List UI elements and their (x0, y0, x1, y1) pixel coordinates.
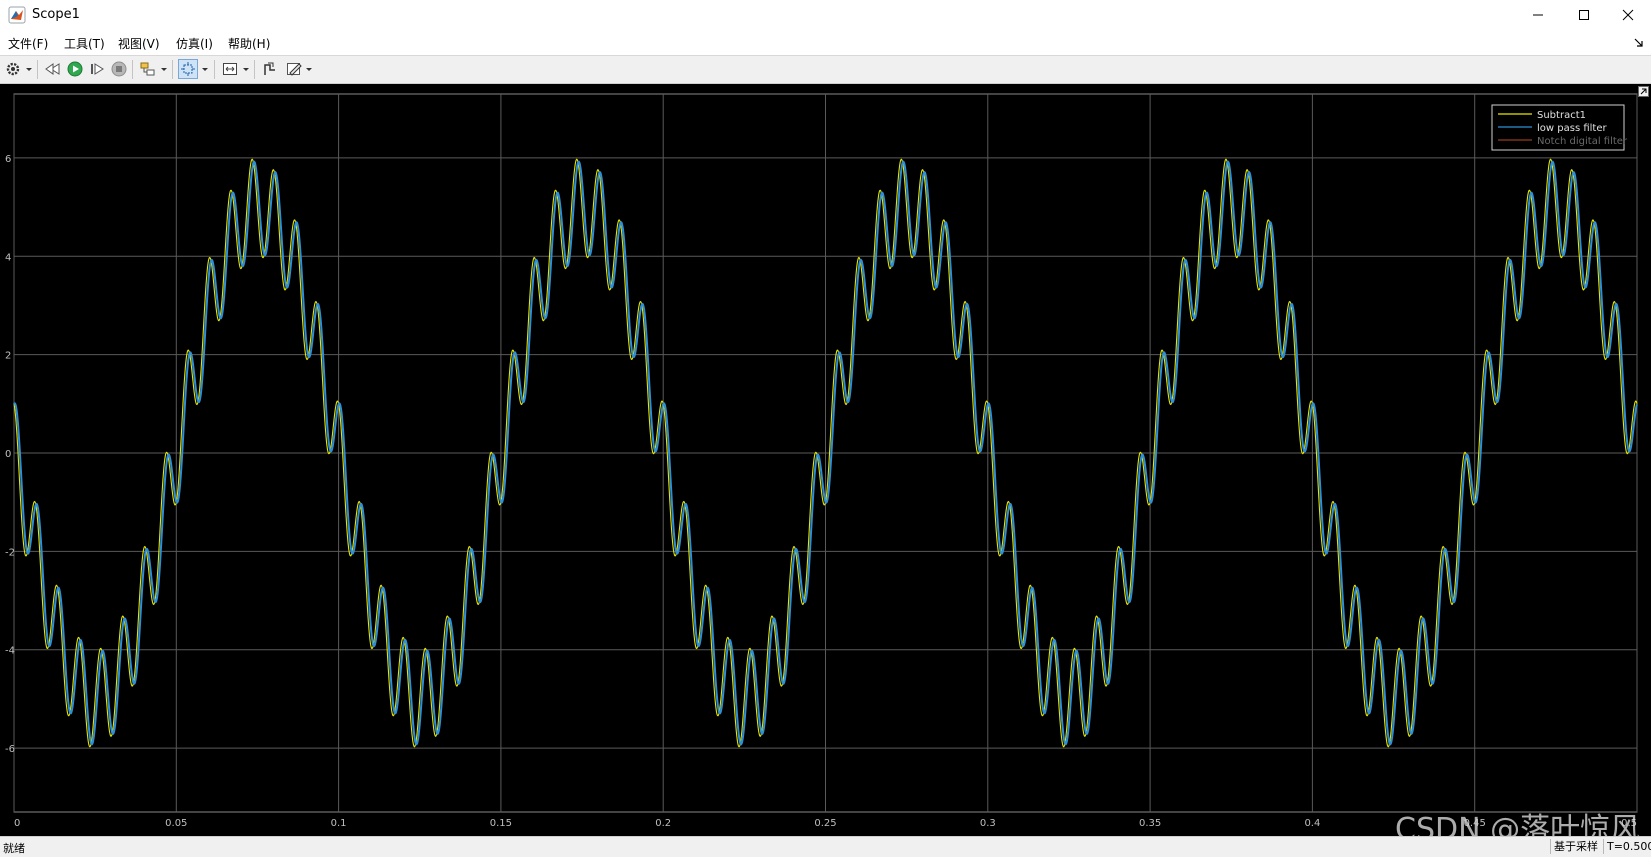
autoscale-button[interactable] (220, 59, 240, 79)
scope-display[interactable]: -6 -4 -2 0 2 4 6 0 0.05 0.1 0.15 0.2 0.25 0.3 0.35 0.4… (0, 84, 1651, 836)
legend-label-low-pass-filter: low pass filter (1537, 123, 1607, 134)
step-forward-button[interactable] (87, 59, 107, 79)
toolbar-separator (37, 60, 38, 79)
toolbar-separator (254, 60, 255, 79)
highlight-dropdown-icon[interactable] (160, 65, 168, 73)
menu-view[interactable]: 视图(V) (118, 35, 160, 52)
autoscale-icon (223, 63, 237, 75)
y-tick-label: -6 (5, 744, 15, 755)
maximize-button[interactable] (1561, 0, 1607, 30)
window-title: Scope1 (32, 7, 80, 22)
menu-simulation[interactable]: 仿真(I) (176, 35, 213, 52)
status-text: 就绪 (3, 842, 25, 855)
close-button[interactable] (1605, 0, 1651, 30)
style-button[interactable] (284, 59, 304, 79)
scope-plot[interactable]: -6 -4 -2 0 2 4 6 0 0.05 0.1 0.15 0.2 0.25 0.3 0.35 0.4… (0, 84, 1651, 836)
dock-arrow-icon[interactable] (1633, 36, 1645, 48)
menu-help[interactable]: 帮助(H) (228, 35, 270, 52)
zoom-icon (181, 62, 195, 76)
y-tick-labels: -6 -4 -2 0 2 4 6 (5, 154, 15, 755)
highlight-block-icon (140, 62, 155, 76)
x-tick-label: 0.3 (980, 818, 996, 829)
stop-button[interactable] (109, 59, 129, 79)
x-tick-label: 0.05 (165, 818, 187, 829)
step-forward-icon (91, 63, 104, 75)
legend[interactable]: Subtract1 low pass filter Notch digital … (1491, 104, 1628, 151)
run-icon (67, 61, 83, 77)
y-tick-label: 6 (5, 154, 11, 165)
style-icon (287, 63, 302, 76)
toolbar-separator (214, 60, 215, 79)
close-icon (1622, 9, 1634, 21)
title-bar: Scope1 (0, 0, 1651, 30)
highlight-block-button[interactable] (138, 59, 158, 79)
minimize-icon (1533, 14, 1543, 16)
x-tick-label: 0.4 (1304, 818, 1320, 829)
y-tick-label: 2 (5, 351, 11, 362)
status-bar: 就绪 基于采样 T=0.500 (0, 836, 1651, 857)
settings-icon (6, 62, 20, 76)
maximize-icon (1579, 10, 1589, 20)
toolbar-separator (172, 60, 173, 79)
step-back-button[interactable] (43, 59, 63, 79)
write-data-button[interactable] (260, 59, 280, 79)
menu-bar: 文件(F) 工具(T) 视图(V) 仿真(I) 帮助(H) (0, 30, 1651, 56)
zoom-button[interactable] (178, 59, 198, 79)
minimize-button[interactable] (1515, 0, 1561, 30)
write-data-icon (264, 62, 275, 75)
x-tick-label: 0 (14, 818, 20, 829)
zoom-dropdown-icon[interactable] (201, 65, 209, 73)
x-tick-label: 0.1 (331, 818, 347, 829)
stop-icon (111, 61, 127, 77)
toolbar-separator (132, 60, 133, 79)
style-dropdown-icon[interactable] (305, 65, 313, 73)
y-tick-label: -4 (5, 646, 15, 657)
x-tick-label: 0.2 (655, 818, 671, 829)
x-tick-label: 0.25 (814, 818, 836, 829)
x-tick-label: 0.35 (1139, 818, 1161, 829)
x-tick-labels: 0 0.05 0.1 0.15 0.2 0.25 0.3 0.35 0.4 0.45 0.5 (14, 818, 1637, 829)
run-button[interactable] (65, 59, 85, 79)
menu-tools[interactable]: 工具(T) (64, 35, 105, 52)
settings-dropdown-icon[interactable] (25, 65, 33, 73)
matlab-icon (8, 6, 26, 24)
sim-time: T=0.500 (1603, 839, 1651, 854)
sample-mode: 基于采样 (1550, 839, 1601, 854)
autoscale-dropdown-icon[interactable] (242, 65, 250, 73)
y-tick-label: 4 (5, 252, 11, 263)
menu-file[interactable]: 文件(F) (8, 35, 48, 52)
y-tick-label: 0 (5, 449, 11, 460)
y-tick-label: -2 (5, 547, 15, 558)
x-tick-label: 0.15 (490, 818, 512, 829)
settings-button[interactable] (3, 59, 23, 79)
toolbar (0, 56, 1651, 84)
legend-label-subtract1: Subtract1 (1537, 110, 1586, 121)
legend-label-notch-digital-filter: Notch digital filter (1537, 136, 1628, 147)
step-back-icon (45, 63, 60, 75)
undock-icon[interactable] (1638, 86, 1649, 97)
